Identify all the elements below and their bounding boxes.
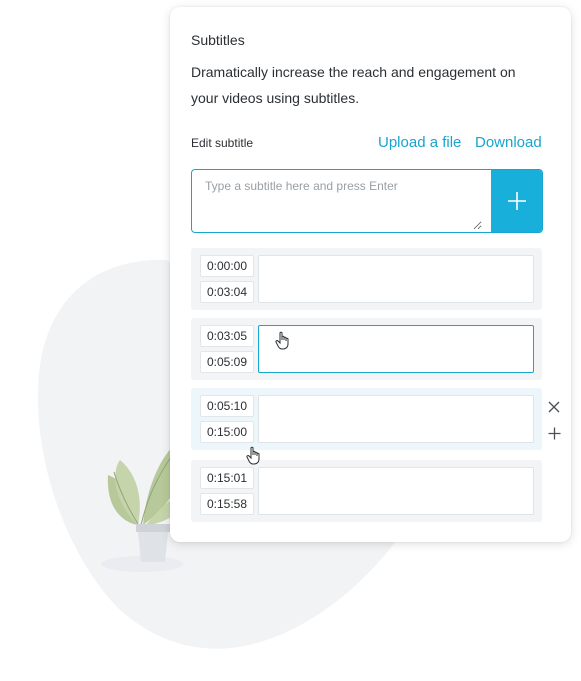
card-description: Dramatically increase the reach and enga… [191, 64, 516, 106]
edit-subtitle-label: Edit subtitle [191, 136, 254, 150]
end-time[interactable]: 0:05:09 [200, 351, 254, 373]
plus-icon [548, 427, 560, 439]
subtitle-input[interactable] [192, 170, 482, 230]
add-subtitle-button[interactable] [491, 170, 542, 232]
subtitles-card: Subtitles Dramatically increase the reac… [170, 7, 571, 542]
subtitle-text-field[interactable] [258, 255, 534, 303]
subtitle-row: 0:15:01 0:15:58 [191, 460, 542, 522]
close-icon [548, 401, 560, 413]
subtitle-input-group [191, 169, 543, 233]
subtitle-row: 0:05:10 0:15:00 [191, 388, 542, 450]
start-time[interactable]: 0:05:10 [200, 395, 254, 417]
card-title: Subtitles [191, 32, 245, 48]
hand-cursor-icon [246, 446, 260, 465]
stage: Subtitles Dramatically increase the reac… [0, 0, 581, 681]
start-time[interactable]: 0:03:05 [200, 325, 254, 347]
subtitle-text-field[interactable] [258, 467, 534, 515]
subtitle-row: 0:03:05 0:05:09 [191, 318, 542, 380]
start-time[interactable]: 0:00:00 [200, 255, 254, 277]
end-time[interactable]: 0:15:58 [200, 493, 254, 515]
end-time[interactable]: 0:03:04 [200, 281, 254, 303]
insert-row-button[interactable] [546, 425, 562, 441]
plus-icon [507, 192, 526, 210]
remove-row-button[interactable] [546, 399, 562, 415]
subtitle-row: 0:00:00 0:03:04 [191, 248, 542, 310]
download-link[interactable]: Download [475, 134, 542, 151]
hand-cursor-icon [275, 331, 289, 350]
upload-file-link[interactable]: Upload a file [378, 134, 461, 151]
subtitle-text-field[interactable] [258, 395, 534, 443]
start-time[interactable]: 0:15:01 [200, 467, 254, 489]
end-time[interactable]: 0:15:00 [200, 421, 254, 443]
subtitle-text-field[interactable] [258, 325, 534, 373]
